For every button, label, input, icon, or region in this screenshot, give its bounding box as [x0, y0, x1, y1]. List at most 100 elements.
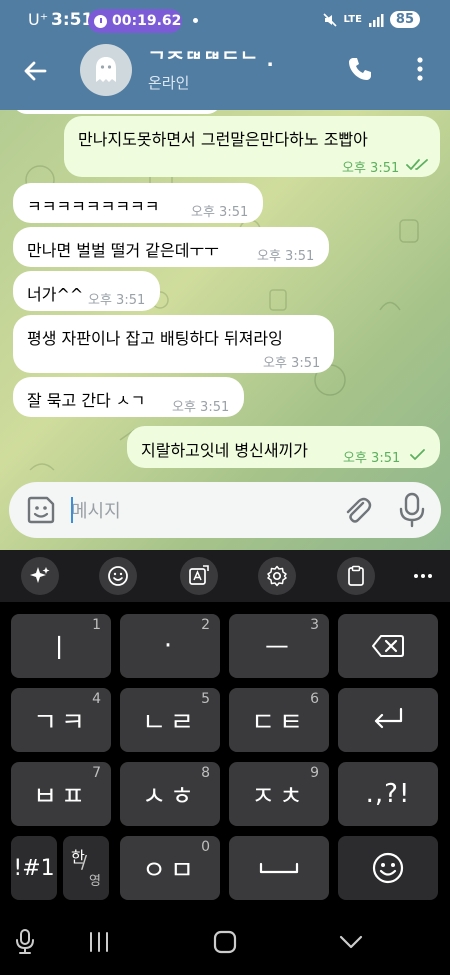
message-time: 오후 3:51 — [342, 161, 400, 176]
message-bubble-outgoing[interactable]: 만나지도못하면서 그런말은만다하노 조빱아 오후 3:51 — [64, 116, 440, 177]
message-text: ㅋㅋㅋㅋㅋㅋㅋㅋㅋ — [27, 197, 160, 216]
stopwatch-time: 00:19.62 — [112, 13, 182, 29]
chat-area[interactable]: 만나지도못하면서 그런말은만다하노 조빱아 오후 3:51 ㅋㅋㅋㅋㅋㅋㅋㅋㅋ … — [0, 110, 450, 550]
space-icon — [259, 862, 299, 874]
key-label: ㅅㅎ — [142, 781, 198, 812]
battery-icon: 85 — [389, 11, 420, 28]
key-dot[interactable]: · 2 — [120, 614, 220, 678]
message-bubble-incoming[interactable]: 만나면 벌벌 떨거 같은데ㅜㅜ 오후 3:51 — [13, 227, 329, 267]
key-label: ㅂㅍ — [33, 781, 89, 812]
space-key[interactable] — [229, 836, 329, 900]
language-switch-key[interactable]: 한 / 영 — [63, 836, 109, 900]
stopwatch-pill[interactable]: 00:19.62 — [88, 9, 182, 33]
notification-dot-icon — [193, 18, 198, 23]
message-text: 지랄하고잇네 병신새끼가 — [141, 441, 309, 460]
key-number: 9 — [310, 765, 319, 781]
attach-icon[interactable] — [341, 494, 373, 526]
key-number: 7 — [92, 765, 101, 781]
signal-icon — [368, 13, 384, 27]
key-number: 5 — [201, 691, 210, 707]
key-number: 3 — [310, 617, 319, 633]
key-label: ㅣ — [47, 633, 75, 664]
key-label: ㄴㄹ — [142, 707, 198, 738]
key-label: ㅡ — [265, 633, 293, 664]
keyboard-toolbar — [0, 550, 450, 602]
previous-message-bubble — [12, 110, 222, 114]
message-bubble-outgoing[interactable]: 지랄하고잇네 병신새끼가 오후 3:51 — [127, 426, 440, 468]
more-horizontal-icon[interactable] — [408, 562, 438, 590]
backspace-key[interactable] — [338, 614, 438, 678]
home-icon[interactable] — [210, 927, 240, 957]
key-label: · — [163, 631, 177, 661]
key-label: ㅇㅁ — [142, 855, 198, 886]
back-arrow-icon[interactable] — [18, 54, 52, 88]
enter-key[interactable] — [338, 688, 438, 752]
carrier-label: U⁺ — [28, 10, 49, 29]
translate-button[interactable] — [180, 557, 218, 595]
key-number: 4 — [92, 691, 101, 707]
settings-icon — [267, 565, 287, 587]
mic-icon[interactable] — [397, 492, 427, 528]
emoji-icon — [372, 852, 404, 884]
settings-button[interactable] — [258, 557, 296, 595]
key-i[interactable]: ㅣ 1 — [11, 614, 111, 678]
message-bubble-incoming[interactable]: ㅋㅋㅋㅋㅋㅋㅋㅋㅋ 오후 3:51 — [13, 183, 263, 223]
key-s-h[interactable]: ㅅㅎ 8 — [120, 762, 220, 826]
message-text: 평생 자판이나 잡고 배팅하다 뒤져라잉 — [27, 329, 283, 348]
message-time: 오후 3:51 — [172, 400, 230, 415]
key-n-r[interactable]: ㄴㄹ 5 — [120, 688, 220, 752]
chat-status: 온라인 — [148, 74, 190, 92]
message-time: 오후 3:51 — [257, 249, 315, 264]
status-icons: LTE 85 — [322, 11, 420, 28]
message-text: 잘 묵고 간다 ㅅㄱ — [27, 391, 146, 410]
emoji-sticker-icon[interactable] — [25, 494, 57, 526]
mute-icon — [322, 12, 337, 27]
stopwatch-icon — [94, 14, 107, 28]
key-label: .,?! — [365, 779, 411, 809]
app-bar: ᄀᄌᄃᄇᄃᄇᄃᄂ . 온라인 — [0, 40, 450, 110]
message-bubble-incoming[interactable]: 잘 묵고 간다 ㅅㄱ 오후 3:51 — [13, 377, 244, 417]
recents-icon[interactable] — [84, 927, 114, 957]
chat-title[interactable]: ᄀᄌᄃᄇᄃᄇᄃᄂ . — [148, 45, 275, 72]
key-d-t[interactable]: ㄷㅌ 6 — [229, 688, 329, 752]
key-o-m[interactable]: ㅇㅁ 0 — [120, 836, 220, 900]
clipboard-icon — [348, 565, 364, 586]
key-number: 8 — [201, 765, 210, 781]
keyboard-mic-icon[interactable] — [10, 927, 40, 957]
message-time: 오후 3:51 — [191, 205, 249, 220]
message-text: 만나면 벌벌 떨거 같은데ㅜㅜ — [27, 241, 219, 260]
ai-sparkle-button[interactable] — [21, 557, 59, 595]
message-bubble-incoming[interactable]: 너가^^ 오후 3:51 — [13, 271, 160, 311]
key-label: ㄱㅋ — [33, 707, 89, 738]
phone-icon[interactable] — [345, 54, 375, 84]
text-caret — [71, 497, 73, 523]
punctuation-key[interactable]: .,?! — [338, 762, 438, 826]
key-g-k[interactable]: ㄱㅋ 4 — [11, 688, 111, 752]
hide-keyboard-icon[interactable] — [336, 927, 366, 957]
key-b-p[interactable]: ㅂㅍ 7 — [11, 762, 111, 826]
ghost-avatar-icon — [96, 57, 116, 82]
message-time: 오후 3:51 — [343, 451, 401, 466]
message-time: 오후 3:51 — [263, 356, 321, 371]
lang-slash: / — [81, 852, 88, 873]
message-input[interactable] — [71, 496, 331, 526]
key-number: 6 — [310, 691, 319, 707]
key-eu[interactable]: ㅡ 3 — [229, 614, 329, 678]
key-number: 1 — [92, 617, 101, 633]
emoji-toolbar-button[interactable] — [99, 557, 137, 595]
message-text: 만나지도못하면서 그런말은만다하노 조빱아 — [78, 130, 368, 149]
system-nav-bar — [0, 907, 450, 975]
clipboard-button[interactable] — [337, 557, 375, 595]
message-time: 오후 3:51 — [88, 293, 146, 308]
emoji-key[interactable] — [338, 836, 438, 900]
key-j-ch[interactable]: ㅈㅊ 9 — [229, 762, 329, 826]
avatar[interactable] — [80, 44, 132, 96]
message-bubble-incoming[interactable]: 평생 자판이나 잡고 배팅하다 뒤져라잉 오후 3:51 — [13, 315, 334, 373]
key-label: !#1 — [13, 855, 55, 881]
message-text: 너가^^ — [27, 285, 84, 304]
emoji-icon — [108, 566, 128, 586]
more-vertical-icon[interactable] — [406, 54, 434, 84]
symbols-key[interactable]: !#1 — [11, 836, 57, 900]
keyboard: ㅣ 1 · 2 ㅡ 3 ㄱㅋ 4 ㄴㄹ 5 ㄷㅌ 6 ㅂㅍ 7 ㅅㅎ 8 ㅈㅊ … — [0, 602, 450, 907]
key-number: 0 — [201, 839, 210, 855]
